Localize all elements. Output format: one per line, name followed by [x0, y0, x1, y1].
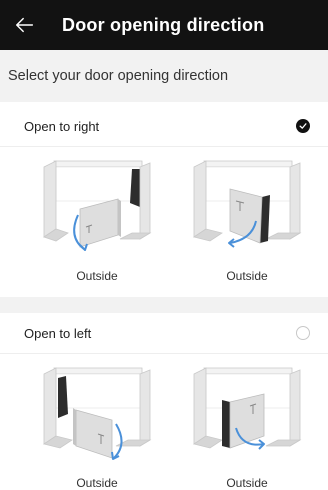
option-label: Outside	[76, 269, 118, 283]
left-open-inward-diagram[interactable]: Outside	[42, 366, 152, 490]
option-open-right[interactable]: Open to right	[0, 106, 328, 147]
page-title: Door opening direction	[62, 14, 265, 35]
back-button[interactable]	[0, 0, 50, 50]
door-open-right-inward-icon	[43, 160, 152, 251]
door-open-left-inward-icon	[43, 367, 152, 460]
option-open-left[interactable]: Open to left	[0, 313, 328, 354]
page-subtitle: Select your door opening direction	[0, 50, 328, 102]
app-header: Door opening direction	[0, 0, 328, 50]
radio-unchecked-icon[interactable]	[296, 326, 310, 340]
door-open-right-outward-icon	[193, 160, 302, 248]
right-open-inward-diagram[interactable]: Outside	[42, 159, 152, 283]
section-divider	[0, 297, 328, 313]
option-open-right-label: Open to right	[24, 118, 100, 134]
right-open-outward-diagram[interactable]: Outside	[192, 159, 302, 283]
left-open-outward-diagram[interactable]: Outside	[192, 366, 302, 490]
option-label: Outside	[76, 476, 118, 490]
option-label: Outside	[226, 476, 268, 490]
arrow-left-icon	[16, 17, 34, 33]
check-icon[interactable]	[296, 119, 310, 133]
door-open-left-outward-icon	[193, 367, 302, 450]
option-open-left-label: Open to left	[24, 325, 92, 341]
option-label: Outside	[226, 269, 268, 283]
